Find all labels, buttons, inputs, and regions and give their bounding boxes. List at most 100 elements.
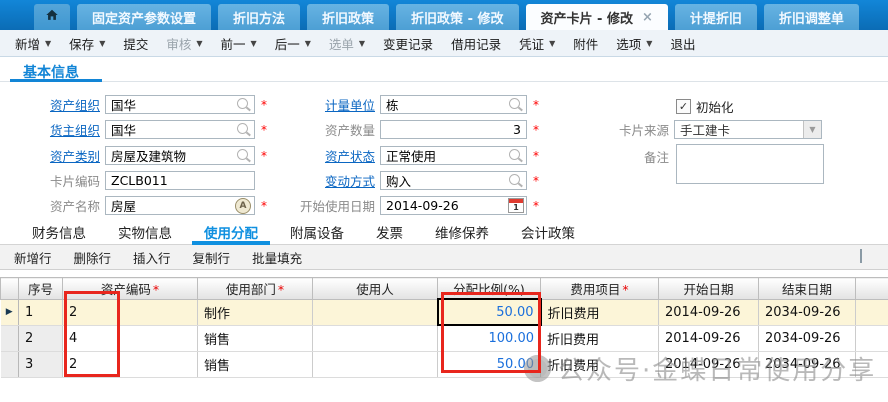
field-label[interactable]: 资产组织: [16, 95, 105, 114]
grid-cell-ratio[interactable]: 100.00: [438, 325, 541, 351]
chevron-down-icon[interactable]: ▼: [803, 121, 821, 138]
chevron-down-icon[interactable]: ▼: [305, 39, 311, 48]
field-label[interactable]: 货主组织: [16, 120, 105, 139]
column-header-ratio[interactable]: 分配比例(%): [438, 278, 541, 300]
grid-cell-ratio[interactable]: 50.00: [438, 299, 541, 325]
toolbar-button-3[interactable]: 审核▼: [157, 34, 211, 53]
detail-tab-1[interactable]: 实物信息: [102, 220, 188, 244]
magnifier-icon[interactable]: [237, 123, 248, 134]
chevron-down-icon[interactable]: ▼: [99, 39, 105, 48]
column-header-seq[interactable]: 序号: [19, 278, 63, 300]
field-input[interactable]: 栋: [380, 95, 527, 114]
field-label[interactable]: 资产类别: [16, 146, 105, 165]
chevron-down-icon[interactable]: ▼: [646, 39, 652, 48]
chevron-down-icon[interactable]: ▼: [359, 39, 365, 48]
column-header-dept[interactable]: 使用部门*: [198, 278, 313, 300]
magnifier-icon[interactable]: [237, 98, 248, 109]
field-input[interactable]: 2014-09-261: [380, 196, 527, 215]
grid-cell-user[interactable]: [313, 325, 438, 351]
chevron-down-icon[interactable]: ▼: [45, 39, 51, 48]
field-label[interactable]: 变动方式: [275, 171, 380, 190]
calendar-icon[interactable]: 1: [508, 198, 524, 213]
grid-cell-dept[interactable]: 销售: [198, 325, 313, 351]
home-tab[interactable]: [34, 4, 70, 30]
grid-cell-dept[interactable]: 制作: [198, 299, 313, 325]
toolbar-button-12[interactable]: 退出: [661, 34, 704, 53]
window-tab-3[interactable]: 折旧政策 - 修改: [396, 4, 518, 30]
field-label[interactable]: 资产状态: [275, 146, 380, 165]
card-source-select[interactable]: 手工建卡 ▼: [674, 120, 822, 139]
grid-cell-user[interactable]: [313, 299, 438, 325]
grid-cell-asset_code[interactable]: 2: [63, 299, 198, 325]
toolbar-button-11[interactable]: 选项▼: [607, 34, 661, 53]
field-label[interactable]: 计量单位: [275, 95, 380, 114]
window-tab-4[interactable]: 资产卡片 - 修改×: [526, 4, 668, 30]
grid-cell-seq[interactable]: 2: [19, 325, 63, 351]
toolbar-button-1[interactable]: 保存▼: [60, 34, 114, 53]
toolbar-button-9[interactable]: 凭证▼: [510, 34, 564, 53]
chevron-down-icon[interactable]: ▼: [549, 39, 555, 48]
detail-tab-0[interactable]: 财务信息: [16, 220, 102, 244]
window-tab-1[interactable]: 折旧方法: [218, 4, 300, 30]
field-input[interactable]: ZCLB011: [105, 171, 255, 190]
field-input[interactable]: 房屋及建筑物: [105, 146, 255, 165]
toolbar-button-5[interactable]: 后一▼: [266, 34, 320, 53]
grid-cell-end[interactable]: 2034-09-26: [759, 299, 856, 325]
field-input[interactable]: 房屋A: [105, 196, 255, 215]
multilang-a-icon[interactable]: A: [235, 198, 251, 214]
column-header-expense[interactable]: 费用项目*: [541, 278, 659, 300]
row-selector[interactable]: [1, 351, 19, 377]
toolbar-button-4[interactable]: 前一▼: [212, 34, 266, 53]
toolbar-button-8[interactable]: 借用记录: [442, 34, 510, 53]
grid-cell-seq[interactable]: 3: [19, 351, 63, 377]
chevron-down-icon[interactable]: ▼: [196, 39, 202, 48]
grid-cell-end[interactable]: 2034-09-26: [759, 325, 856, 351]
grid-toolbar-button-0[interactable]: 新增行: [3, 248, 63, 267]
grid-cell-start[interactable]: 2014-09-26: [659, 325, 759, 351]
row-selector-header[interactable]: [1, 278, 19, 300]
window-tab-0[interactable]: 固定资产参数设置: [77, 4, 211, 30]
chevron-down-icon[interactable]: ▼: [251, 39, 257, 48]
grid-cell-seq[interactable]: 1: [19, 299, 63, 325]
window-tab-6[interactable]: 折旧调整单: [764, 4, 859, 30]
detail-tab-5[interactable]: 维修保养: [419, 220, 505, 244]
row-selector[interactable]: ▶: [1, 299, 19, 325]
magnifier-icon[interactable]: [509, 98, 520, 109]
close-icon[interactable]: ×: [642, 11, 653, 24]
field-input[interactable]: 国华: [105, 95, 255, 114]
pane-splitter-handle[interactable]: [860, 249, 862, 263]
grid-toolbar-button-1[interactable]: 删除行: [63, 248, 123, 267]
grid-cell-user[interactable]: [313, 351, 438, 377]
field-input[interactable]: 正常使用: [380, 146, 527, 165]
toolbar-button-2[interactable]: 提交: [114, 34, 157, 53]
grid-cell-expense[interactable]: 折旧费用: [541, 325, 659, 351]
grid-cell-asset_code[interactable]: 4: [63, 325, 198, 351]
magnifier-icon[interactable]: [509, 149, 520, 160]
grid-cell-start[interactable]: 2014-09-26: [659, 299, 759, 325]
grid-cell-expense[interactable]: 折旧费用: [541, 299, 659, 325]
toolbar-button-6[interactable]: 选单▼: [320, 34, 374, 53]
window-tab-5[interactable]: 计提折旧: [675, 4, 757, 30]
field-input[interactable]: 3: [380, 120, 527, 139]
field-input[interactable]: 国华: [105, 120, 255, 139]
grid-toolbar-button-2[interactable]: 插入行: [122, 248, 182, 267]
grid-toolbar-button-4[interactable]: 批量填充: [241, 248, 313, 267]
toolbar-button-0[interactable]: 新增▼: [6, 34, 60, 53]
column-header-end[interactable]: 结束日期: [759, 278, 856, 300]
window-tab-2[interactable]: 折旧政策: [307, 4, 389, 30]
remark-textarea[interactable]: [676, 144, 824, 184]
toolbar-button-7[interactable]: 变更记录: [374, 34, 442, 53]
grid-cell-asset_code[interactable]: 2: [63, 351, 198, 377]
detail-tab-2[interactable]: 使用分配: [188, 220, 274, 244]
magnifier-icon[interactable]: [509, 174, 520, 185]
column-header-asset_code[interactable]: 资产编码*: [63, 278, 198, 300]
detail-tab-4[interactable]: 发票: [360, 220, 419, 244]
column-header-start[interactable]: 开始日期: [659, 278, 759, 300]
grid-cell-dept[interactable]: 销售: [198, 351, 313, 377]
init-checkbox[interactable]: ✓: [676, 99, 691, 114]
detail-tab-6[interactable]: 会计政策: [505, 220, 591, 244]
grid-toolbar-button-3[interactable]: 复制行: [182, 248, 242, 267]
column-header-user[interactable]: 使用人: [313, 278, 438, 300]
detail-tab-3[interactable]: 附属设备: [274, 220, 360, 244]
row-selector[interactable]: [1, 325, 19, 351]
